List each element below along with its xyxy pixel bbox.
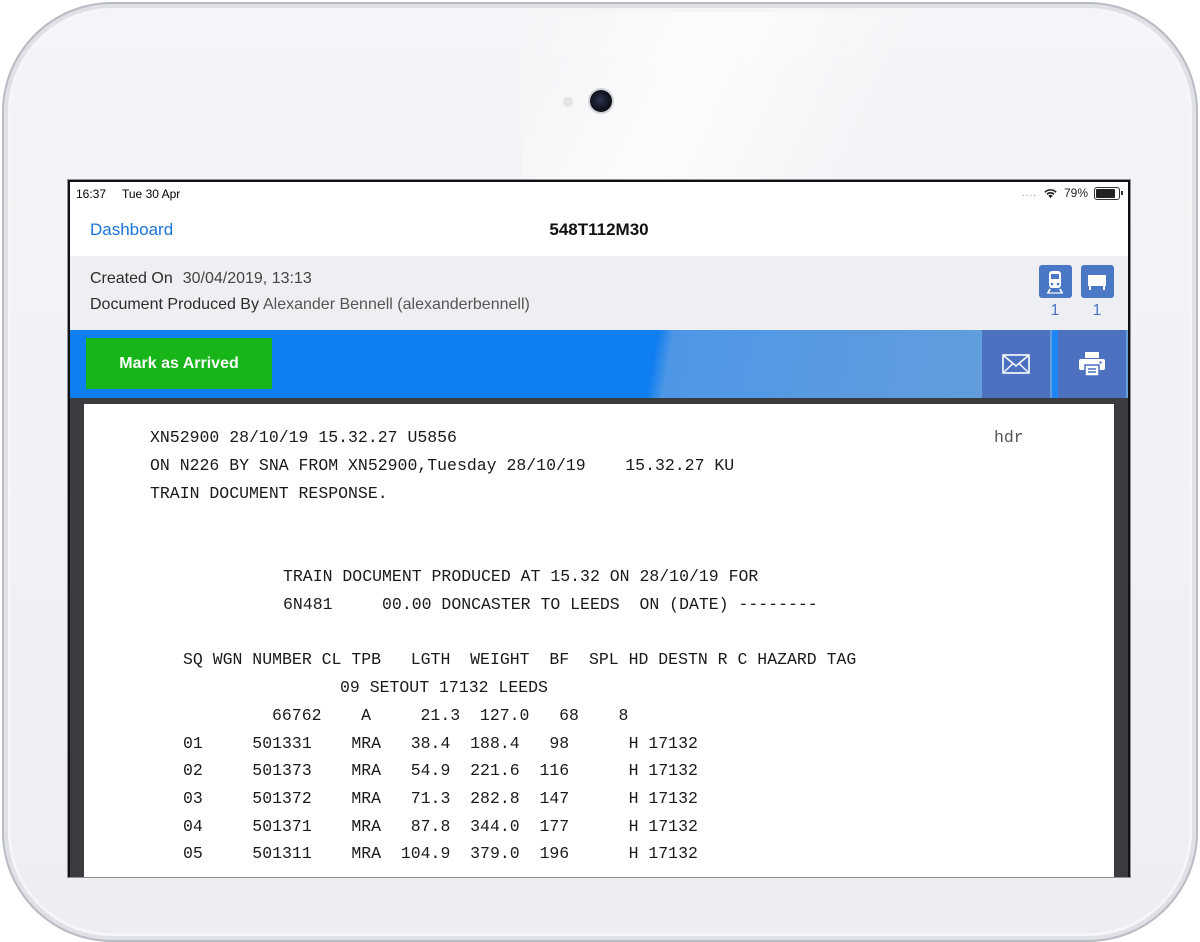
ambient-sensor	[563, 97, 573, 107]
doc-header-line-3: TRAIN DOCUMENT RESPONSE.	[150, 484, 388, 503]
ipad-screen: 16:37 Tue 30 Apr .... 79% Dashboard 548T…	[68, 180, 1130, 877]
wagon-count: 1	[1092, 302, 1102, 319]
created-on-row: Created On 30/04/2019, 13:13	[90, 270, 312, 288]
email-icon	[1002, 354, 1030, 374]
created-on-label: Created On	[90, 270, 173, 287]
doc-header-line-2: ON N226 BY SNA FROM XN52900,Tuesday 28/1…	[150, 456, 735, 475]
print-icon	[1079, 352, 1105, 377]
doc-produced-line: TRAIN DOCUMENT PRODUCED AT 15.32 ON 28/1…	[283, 567, 759, 586]
doc-wagon-row: 05 501311 MRA 104.9 379.0 196 H 17132	[183, 844, 698, 863]
document-page: XN52900 28/10/19 15.32.27 U5856 hdr ON N…	[84, 404, 1114, 877]
navigation-bar: Dashboard 548T112M30	[70, 206, 1128, 257]
email-button[interactable]	[982, 330, 1050, 398]
wagon-counter[interactable]: 1	[1080, 265, 1114, 320]
doc-header-tag: hdr	[994, 428, 1024, 447]
battery-percent: 79%	[1063, 186, 1088, 200]
status-date: Tue 30 Apr	[122, 187, 181, 201]
doc-route-line: 6N481 00.00 DONCASTER TO LEEDS ON (DATE)…	[283, 595, 818, 614]
produced-by-label: Document Produced By	[90, 296, 259, 313]
doc-wagon-row: 01 501331 MRA 38.4 188.4 98 H 17132	[183, 734, 698, 753]
action-bar: Mark as Arrived	[70, 330, 1128, 398]
doc-column-headers: SQ WGN NUMBER CL TPB LGTH WEIGHT BF SPL …	[183, 650, 857, 669]
status-bar: 16:37 Tue 30 Apr .... 79%	[70, 182, 1128, 206]
doc-wagon-row: 03 501372 MRA 71.3 282.8 147 H 17132	[183, 789, 698, 808]
page-title: 548T112M30	[549, 220, 649, 239]
front-camera-icon	[590, 90, 612, 112]
doc-header-line-1: XN52900 28/10/19 15.32.27 U5856	[150, 428, 457, 447]
bezel-reflection	[522, 12, 942, 192]
counter-icons: 1 1	[1038, 265, 1114, 320]
created-on-value: 30/04/2019, 13:13	[182, 270, 312, 287]
mark-as-arrived-button[interactable]: Mark as Arrived	[86, 338, 272, 389]
doc-wagon-row: 04 501371 MRA 87.8 344.0 177 H 17132	[183, 817, 698, 836]
document-info-panel: Created On 30/04/2019, 13:13 Document Pro…	[70, 256, 1128, 330]
doc-setout-line: 09 SETOUT 17132 LEEDS	[340, 678, 548, 697]
produced-by-value: Alexander Bennell (alexanderbennell)	[262, 296, 530, 313]
wifi-icon	[1044, 189, 1057, 199]
cellular-signal-icon: ....	[1021, 187, 1037, 199]
status-time: 16:37	[76, 187, 107, 201]
wagon-icon[interactable]	[1080, 265, 1114, 298]
battery-icon	[1094, 186, 1123, 200]
doc-wagon-row: 02 501373 MRA 54.9 221.6 116 H 17132	[183, 761, 698, 780]
produced-by-row: Document Produced By Alexander Bennell (a…	[90, 296, 530, 314]
status-indicators: .... 79%	[1021, 186, 1123, 200]
locomotive-icon[interactable]	[1038, 265, 1072, 298]
doc-loco-line: 66762 A 21.3 127.0 68 8	[272, 706, 629, 725]
locomotive-counter[interactable]: 1	[1038, 265, 1072, 320]
document-viewer[interactable]: XN52900 28/10/19 15.32.27 U5856 hdr ON N…	[70, 398, 1128, 877]
locomotive-count: 1	[1050, 302, 1060, 319]
print-button[interactable]	[1058, 330, 1126, 398]
